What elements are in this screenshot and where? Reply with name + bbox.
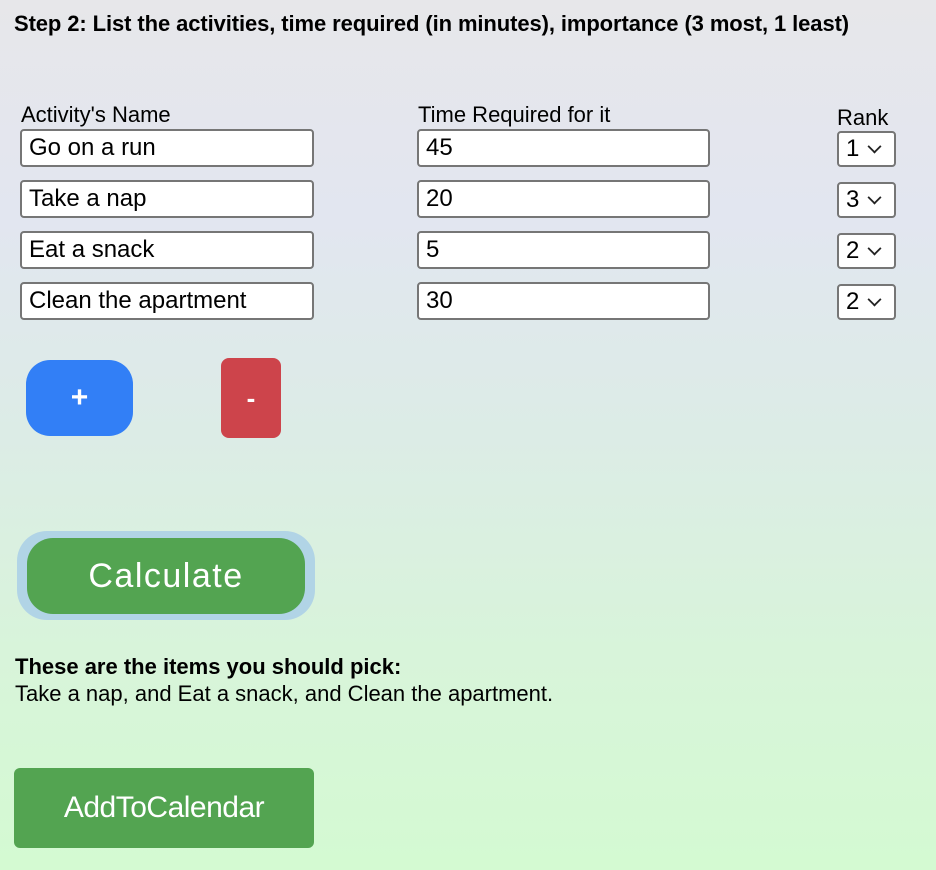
activity-name-input[interactable] [20, 231, 314, 269]
activity-name-input[interactable] [20, 282, 314, 320]
activity-row: 2 [0, 231, 936, 273]
step-heading: Step 2: List the activities, time requir… [14, 11, 850, 36]
add-to-calendar-button[interactable]: AddToCalendar [14, 768, 314, 848]
rank-value: 2 [846, 288, 860, 315]
activity-name-column-label: Activity's Name [21, 102, 171, 127]
time-required-column-label: Time Required for it [418, 102, 611, 127]
activity-name-input[interactable] [20, 129, 314, 167]
rank-value: 1 [846, 135, 860, 162]
result-title: These are the items you should pick: [15, 654, 402, 679]
activity-row: 3 [0, 180, 936, 222]
calculate-button[interactable]: Calculate [27, 538, 305, 614]
rank-select[interactable]: 1 [837, 131, 896, 167]
rank-select[interactable]: 2 [837, 284, 896, 320]
chevron-down-icon [867, 138, 882, 154]
rank-value: 2 [846, 237, 860, 264]
activity-name-input[interactable] [20, 180, 314, 218]
add-row-button[interactable]: + [26, 360, 133, 436]
rank-column-label: Rank [837, 105, 889, 130]
rank-select[interactable]: 2 [837, 233, 896, 269]
chevron-down-icon [867, 240, 882, 256]
activity-row: 2 [0, 282, 936, 324]
result-text: Take a nap, and Eat a snack, and Clean t… [15, 681, 554, 706]
time-required-input[interactable] [417, 180, 710, 218]
rank-value: 3 [846, 186, 860, 213]
remove-row-button[interactable]: - [221, 358, 281, 438]
time-required-input[interactable] [417, 129, 710, 167]
activity-row: 1 [0, 129, 936, 171]
chevron-down-icon [867, 189, 882, 205]
chevron-down-icon [867, 291, 882, 307]
time-required-input[interactable] [417, 282, 710, 320]
calculate-focus-ring: Calculate [17, 531, 315, 620]
rank-select[interactable]: 3 [837, 182, 896, 218]
time-required-input[interactable] [417, 231, 710, 269]
